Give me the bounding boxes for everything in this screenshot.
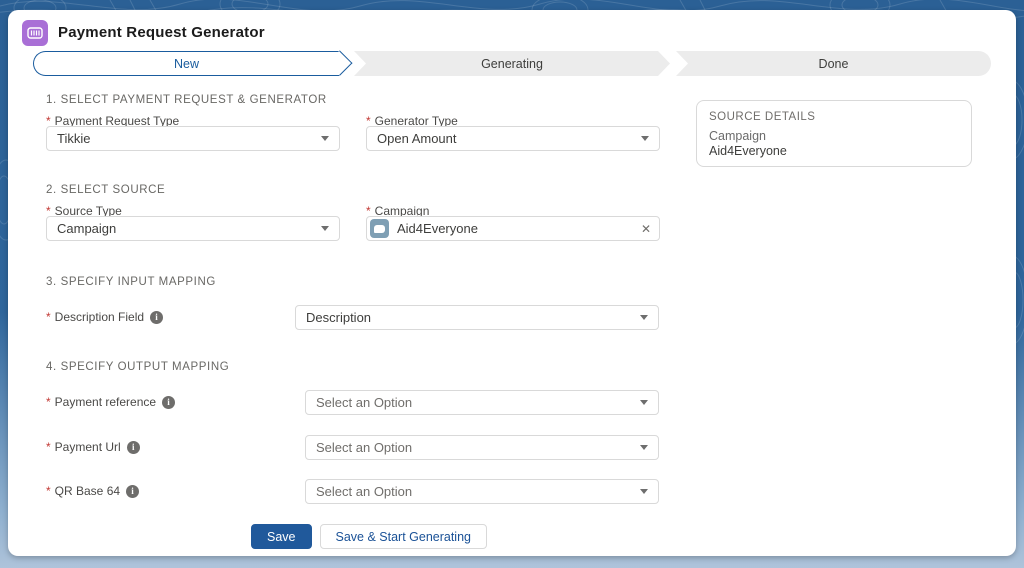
placeholder-value: Select an Option	[316, 484, 632, 499]
chevron-down-icon	[640, 315, 648, 320]
source-details-title: SOURCE DETAILS	[709, 111, 959, 123]
source-details-panel: SOURCE DETAILS Campaign Aid4Everyone	[696, 100, 972, 167]
payment-request-type-select[interactable]: Tikkie	[46, 126, 340, 151]
progress-step-new[interactable]: New	[33, 51, 339, 76]
info-icon[interactable]: i	[150, 311, 163, 324]
payment-request-generator-card: Payment Request Generator New Generating…	[8, 10, 1016, 556]
progress-step-label: New	[174, 57, 199, 71]
save-button[interactable]: Save	[251, 524, 312, 549]
info-icon[interactable]: i	[126, 485, 139, 498]
required-marker: *	[46, 484, 51, 498]
progress-step-label: Done	[819, 57, 849, 71]
page-title: Payment Request Generator	[58, 24, 265, 41]
placeholder-value: Select an Option	[316, 395, 632, 410]
qr-base-64-select[interactable]: Select an Option	[305, 479, 659, 504]
source-type-select[interactable]: Campaign	[46, 216, 340, 241]
campaign-icon	[370, 219, 389, 238]
section-2-heading: 2. SELECT SOURCE	[46, 184, 165, 196]
required-marker: *	[46, 440, 51, 454]
section-1-heading: 1. SELECT PAYMENT REQUEST & GENERATOR	[46, 94, 327, 106]
campaign-lookup-field[interactable]: Aid4Everyone ✕	[366, 216, 660, 241]
chevron-right-shape	[327, 51, 352, 76]
form-actions: Save Save & Start Generating	[251, 524, 487, 549]
required-marker: *	[46, 310, 51, 324]
progress-step-generating[interactable]: Generating	[354, 51, 670, 76]
section-4-heading: 4. SPECIFY OUTPUT MAPPING	[46, 361, 229, 373]
chevron-down-icon	[640, 445, 648, 450]
selected-value: Tikkie	[57, 131, 313, 146]
progress-step-done[interactable]: Done	[676, 51, 991, 76]
chevron-down-icon	[640, 489, 648, 494]
app-icon	[22, 20, 48, 46]
selected-value: Open Amount	[377, 131, 633, 146]
selected-value: Campaign	[57, 221, 313, 236]
payment-url-label: * Payment Url i	[46, 440, 140, 454]
section-3-heading: 3. SPECIFY INPUT MAPPING	[46, 276, 216, 288]
qr-base-64-label: * QR Base 64 i	[46, 484, 139, 498]
payment-reference-select[interactable]: Select an Option	[305, 390, 659, 415]
generator-type-select[interactable]: Open Amount	[366, 126, 660, 151]
chevron-down-icon	[640, 400, 648, 405]
description-field-label: * Description Field i	[46, 310, 163, 324]
source-details-name: Aid4Everyone	[709, 144, 959, 158]
placeholder-value: Select an Option	[316, 440, 632, 455]
payment-url-select[interactable]: Select an Option	[305, 435, 659, 460]
required-marker: *	[46, 395, 51, 409]
progress-step-label: Generating	[481, 57, 543, 71]
description-field-select[interactable]: Description	[295, 305, 659, 330]
payment-reference-label: * Payment reference i	[46, 395, 175, 409]
progress-path: New Generating Done	[33, 51, 991, 76]
chevron-down-icon	[641, 136, 649, 141]
selected-record: Aid4Everyone	[397, 221, 633, 236]
chevron-down-icon	[321, 136, 329, 141]
selected-value: Description	[306, 310, 632, 325]
info-icon[interactable]: i	[162, 396, 175, 409]
clear-selection-icon[interactable]: ✕	[641, 222, 651, 236]
info-icon[interactable]: i	[127, 441, 140, 454]
save-and-start-generating-button[interactable]: Save & Start Generating	[320, 524, 488, 549]
chevron-down-icon	[321, 226, 329, 231]
source-details-type: Campaign	[709, 129, 959, 143]
